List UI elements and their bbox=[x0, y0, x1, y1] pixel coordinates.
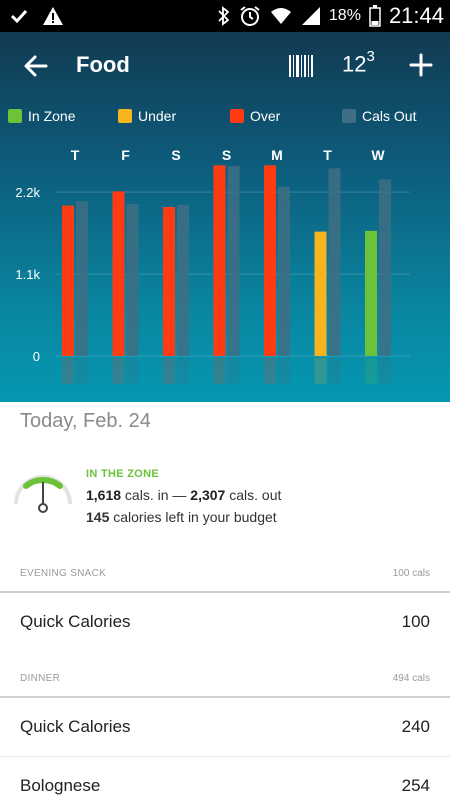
food-bar-reflection bbox=[264, 358, 276, 384]
cals-out-bar bbox=[328, 168, 341, 356]
signal-icon bbox=[301, 7, 320, 25]
legend-label: Under bbox=[138, 108, 177, 124]
cals-out-bar bbox=[227, 166, 240, 356]
cals-out-bar bbox=[379, 179, 391, 356]
food-bar-reflection bbox=[365, 358, 377, 384]
check-icon bbox=[10, 9, 28, 24]
meal-calories: 100 cals bbox=[392, 568, 430, 579]
food-bar bbox=[365, 230, 377, 356]
legend-swatch bbox=[8, 109, 22, 123]
legend-over: Over bbox=[230, 108, 280, 124]
app-bar: Food 123 bbox=[0, 32, 450, 102]
cals-out-bar-reflection bbox=[126, 358, 139, 384]
food-bar bbox=[112, 191, 125, 356]
food-row[interactable]: Quick Calories 240 bbox=[0, 698, 450, 756]
food-row[interactable]: Bolognese 254 bbox=[0, 757, 450, 800]
back-arrow-icon[interactable] bbox=[22, 52, 50, 80]
cals-out-bar bbox=[177, 204, 189, 356]
manual-entry-button[interactable]: 123 bbox=[342, 48, 375, 77]
legend-swatch bbox=[118, 109, 132, 123]
legend-label: Over bbox=[250, 108, 281, 124]
legend-label: In Zone bbox=[28, 108, 76, 124]
legend-swatch bbox=[230, 109, 244, 123]
x-tick-label: M bbox=[271, 147, 283, 163]
x-tick-label: W bbox=[371, 147, 385, 163]
food-bar-reflection bbox=[213, 358, 226, 384]
food-bar-reflection bbox=[314, 358, 327, 384]
chart-legend: In Zone Under Over Cals Out bbox=[0, 108, 450, 128]
cals-out-suffix: cals. out bbox=[225, 487, 282, 503]
meal-name: DINNER bbox=[20, 673, 61, 684]
cals-left-suffix: calories left in your budget bbox=[109, 509, 277, 525]
meal-header-dinner: DINNER 494 cals bbox=[0, 665, 450, 695]
clock: 21:44 bbox=[388, 3, 444, 28]
x-tick-label: T bbox=[323, 147, 332, 163]
legend-in-zone: In Zone bbox=[8, 108, 75, 124]
food-bar-reflection bbox=[112, 358, 125, 384]
cals-out-bar-reflection bbox=[177, 358, 189, 384]
food-bar bbox=[264, 165, 276, 356]
food-bar-reflection bbox=[62, 358, 74, 384]
warning-icon bbox=[43, 7, 63, 25]
food-bar bbox=[163, 207, 175, 356]
cals-out-bar-reflection bbox=[227, 358, 240, 384]
food-calories: 100 bbox=[401, 612, 430, 631]
food-name: Quick Calories bbox=[20, 717, 131, 736]
food-bar bbox=[213, 165, 226, 356]
bluetooth-icon bbox=[218, 6, 230, 26]
cals-out-bar-reflection bbox=[379, 358, 391, 384]
food-bar bbox=[62, 205, 74, 356]
manual-entry-superscript: 3 bbox=[366, 48, 375, 65]
food-name: Bolognese bbox=[20, 776, 101, 795]
y-tick-label: 0 bbox=[33, 349, 40, 364]
status-bar: 18% 21:44 bbox=[0, 0, 450, 32]
legend-swatch bbox=[342, 109, 356, 123]
alarm-icon bbox=[240, 6, 260, 26]
cals-left-value: 145 bbox=[86, 509, 110, 525]
legend-label: Cals Out bbox=[362, 108, 417, 124]
food-row[interactable]: Quick Calories 100 bbox=[0, 593, 450, 651]
food-calories: 254 bbox=[401, 776, 430, 795]
calories-left: 145 calories left in your budget bbox=[86, 509, 277, 525]
x-tick-label: T bbox=[71, 147, 80, 163]
meal-header-evening-snack: EVENING SNACK 100 cals bbox=[0, 560, 450, 590]
cals-out-bar bbox=[126, 204, 139, 356]
x-tick-label: S bbox=[222, 147, 231, 163]
x-tick-label: S bbox=[171, 147, 180, 163]
zone-status-label: IN THE ZONE bbox=[86, 468, 159, 480]
cals-out-bar-reflection bbox=[76, 358, 88, 384]
wifi-icon bbox=[270, 8, 291, 24]
meal-calories: 494 cals bbox=[392, 673, 430, 684]
zone-gauge-icon bbox=[14, 475, 72, 513]
chart-panel: Food 123 In Zone Under Over Cals Out 0 1… bbox=[0, 32, 450, 402]
y-tick-label: 2.2k bbox=[15, 185, 40, 200]
cals-out-bar bbox=[76, 201, 88, 356]
manual-entry-label: 12 bbox=[342, 51, 367, 77]
food-calories: 240 bbox=[401, 717, 430, 736]
page-title: Food bbox=[76, 52, 130, 77]
food-bar bbox=[314, 231, 327, 356]
x-tick-label: F bbox=[121, 147, 130, 163]
battery-icon bbox=[369, 5, 381, 27]
cals-out-bar bbox=[278, 186, 290, 356]
barcode-icon[interactable] bbox=[288, 53, 314, 79]
y-tick-label: 1.1k bbox=[15, 267, 40, 282]
cals-out-value: 2,307 bbox=[190, 487, 226, 503]
food-bar-reflection bbox=[163, 358, 175, 384]
cals-in-suffix: cals. in — bbox=[121, 487, 191, 503]
cals-in-value: 1,618 bbox=[86, 487, 122, 503]
legend-cals-out: Cals Out bbox=[342, 108, 416, 124]
calories-in-out: 1,618 cals. in — 2,307 cals. out bbox=[86, 487, 281, 503]
date-heading: Today, Feb. 24 bbox=[20, 410, 151, 432]
meal-name: EVENING SNACK bbox=[20, 568, 107, 579]
battery-percentage: 18% bbox=[328, 7, 361, 24]
cals-out-bar-reflection bbox=[278, 358, 290, 384]
food-name: Quick Calories bbox=[20, 612, 131, 631]
plus-icon[interactable] bbox=[408, 52, 434, 78]
calorie-bar-chart[interactable]: 0 1.1k 2.2k T F S S M T W bbox=[0, 140, 450, 402]
legend-under: Under bbox=[118, 108, 176, 124]
cals-out-bar-reflection bbox=[328, 358, 341, 384]
